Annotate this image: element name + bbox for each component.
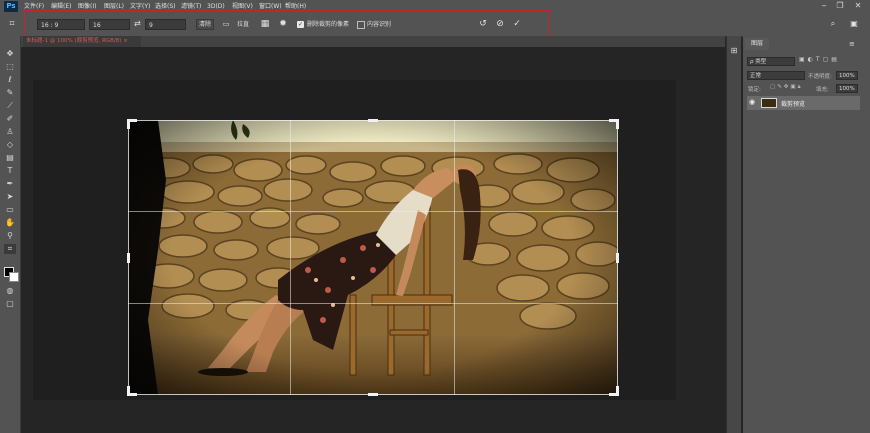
crop-handle-top-left-v[interactable] bbox=[127, 119, 130, 129]
fill-label: 填充: bbox=[816, 87, 829, 93]
eraser-tool-icon[interactable]: ◇ bbox=[4, 140, 16, 150]
crop-tool-icon[interactable]: ⌗ bbox=[6, 18, 18, 30]
shape-tool-icon[interactable]: ▭ bbox=[4, 205, 16, 215]
screen-mode-icon[interactable]: ▢ bbox=[4, 299, 16, 309]
crop-handle-right[interactable] bbox=[616, 253, 619, 263]
lasso-tool-icon[interactable]: ℓ bbox=[4, 75, 16, 85]
stamp-tool-icon[interactable]: ♙ bbox=[4, 127, 16, 137]
blend-mode-select[interactable]: 正常 bbox=[747, 71, 805, 80]
history-icon[interactable]: ⊞ bbox=[729, 46, 739, 55]
pen-tool-icon[interactable]: ✒ bbox=[4, 179, 16, 189]
opacity-input[interactable]: 100% bbox=[836, 71, 858, 80]
crop-handle-top[interactable] bbox=[368, 119, 378, 122]
quick-mask-icon[interactable]: ◍ bbox=[4, 286, 16, 296]
layers-tab[interactable]: 图层 bbox=[745, 38, 769, 50]
brush-tool-icon[interactable]: ✐ bbox=[4, 114, 16, 124]
crop-handle-top-right-v[interactable] bbox=[616, 119, 619, 129]
zoom-tool-icon[interactable]: ⚲ bbox=[4, 231, 16, 241]
document-tab[interactable]: 未标题-1 @ 100% (裁剪预览, RGB/8) × bbox=[23, 36, 141, 47]
photo-crop-preview[interactable] bbox=[128, 120, 618, 395]
layer-thumbnail bbox=[761, 98, 777, 108]
collapsed-panel-strip: ⊞ bbox=[726, 36, 741, 433]
close-icon[interactable]: ✕ bbox=[852, 1, 864, 11]
layer-kind-filter[interactable]: ρ 类型 bbox=[747, 57, 795, 66]
minimize-icon[interactable]: ‒ bbox=[818, 1, 830, 11]
options-highlight-box bbox=[24, 10, 549, 38]
layer-name[interactable]: 裁剪预览 bbox=[781, 99, 805, 108]
lock-icons[interactable]: ▢✎✥▣🔒︎ bbox=[770, 84, 803, 91]
lock-label: 锁定: bbox=[748, 87, 761, 93]
crop-handle-left[interactable] bbox=[127, 253, 130, 263]
crop-handle-bottom[interactable] bbox=[368, 393, 378, 396]
toolbox: ✥ ⬚ ℓ ✎ ⟋ ✐ ♙ ◇ ▤ T ✒ ➤ ▭ ✋ ⚲ ⌗ ◍ ▢ bbox=[0, 36, 21, 433]
search-icon[interactable]: ⌕ bbox=[827, 18, 839, 30]
photoshop-logo: Ps bbox=[4, 1, 18, 12]
background-color-swatch[interactable] bbox=[9, 272, 19, 282]
eyedropper-icon[interactable]: ⟋ bbox=[4, 101, 16, 111]
workspace-icon[interactable]: ▣ bbox=[848, 18, 860, 30]
path-select-icon[interactable]: ➤ bbox=[4, 192, 16, 202]
crop-handle-bottom-left-v[interactable] bbox=[127, 386, 130, 396]
hand-tool-icon[interactable]: ✋ bbox=[4, 218, 16, 228]
crop-tool-icon-active[interactable]: ⌗ bbox=[4, 244, 16, 254]
crop-border bbox=[128, 120, 618, 395]
crop-handle-bottom-right-v[interactable] bbox=[616, 386, 619, 396]
gradient-tool-icon[interactable]: ▤ bbox=[4, 153, 16, 163]
marquee-tool-icon[interactable]: ⬚ bbox=[4, 62, 16, 72]
opacity-label: 不透明度: bbox=[808, 74, 832, 80]
fill-input[interactable]: 100% bbox=[836, 84, 858, 93]
type-tool-icon[interactable]: T bbox=[4, 166, 16, 176]
panel-menu-icon[interactable]: ≡ bbox=[849, 40, 855, 48]
layer-filter-icons[interactable]: ▣◐T▢▤ bbox=[799, 56, 840, 63]
quick-select-icon[interactable]: ✎ bbox=[4, 88, 16, 98]
restore-icon[interactable]: ❐ bbox=[834, 1, 846, 11]
move-tool-icon[interactable]: ✥ bbox=[4, 49, 16, 59]
visibility-eye-icon[interactable]: ◉ bbox=[749, 98, 755, 106]
